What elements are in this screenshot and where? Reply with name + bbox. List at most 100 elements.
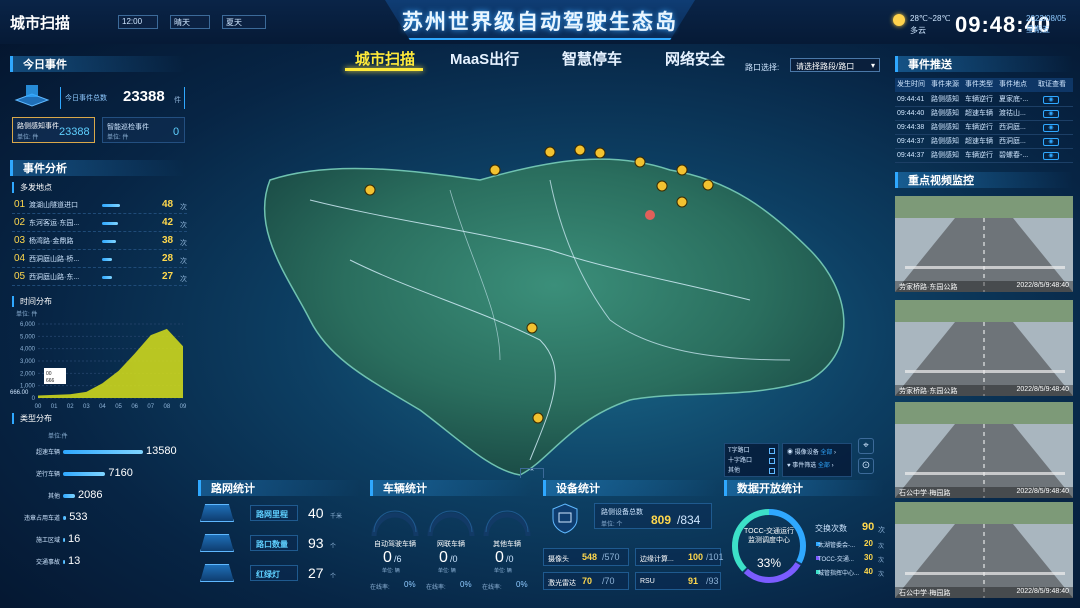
device-card[interactable]: 摄像头 548/570 [543,548,629,566]
checkbox-icon[interactable] [769,448,775,454]
season-select[interactable]: 夏天 [222,15,266,29]
y-tick-label: 3,000 [20,359,36,365]
y-tick-label: 6,000 [20,322,36,328]
checkbox-icon[interactable] [769,468,775,474]
camera-frame [895,196,1073,292]
type-row[interactable]: 交通事故 13 [0,552,195,574]
chevron-down-icon: ▾ [870,61,875,70]
event-col-header: 发生时间 [897,81,925,88]
hotspot-row[interactable]: 03 杨湾路·金鼎路 38 次 [12,232,187,250]
hotspot-row[interactable]: 02 东河客运·东园... 42 次 [12,214,187,232]
road-stat-row: 路网里程 40 千米 [198,500,360,530]
event-row[interactable]: 09:44:38 路侧感知 车辆逆行 西洞庭... ◉ [895,121,1073,135]
patrol-card[interactable]: 智能巡检事件 单位: 件 0 [102,117,185,143]
type-name: 逆行车辆 [35,472,60,478]
road-stats-header: 路网统计 [198,480,360,496]
type-row[interactable]: 超速车辆 13580 [0,442,195,464]
type-row[interactable]: 逆行车辆 7160 [0,464,195,486]
camera-name: 劳家桥路·东园公路 [899,388,958,395]
today-events-header: 今日事件 [10,56,185,72]
camera-toggle[interactable]: ◉ 摄像设备 全部 › [787,447,847,460]
checkbox-icon[interactable] [769,458,775,464]
weather-select[interactable]: 晴天 [170,15,210,29]
collapse-handle[interactable]: ⌃ [520,468,544,478]
type-bar [63,494,75,498]
device-card[interactable]: 激光雷达 70/70 [543,572,629,590]
event-row[interactable]: 09:44:37 路侧感知 车辆逆行 碧螺春-... ◉ [895,149,1073,163]
open-stats-list: 太湖管委会-... 20 次 TOCC-交通... 30 次城管指挥中心... 40 次 [814,538,889,580]
patrol-value: 0 [173,126,180,138]
camera-feed[interactable]: 劳家桥路·东园公路 2022/8/5/9:48:40 [895,300,1073,396]
view-evidence-icon[interactable]: ◉ [1043,152,1059,160]
event-place: 渡祜山... [999,110,1026,117]
view-evidence-icon[interactable]: ◉ [1043,110,1059,118]
perception-card[interactable]: 路侧感知事件 单位: 件 23388 [12,117,95,143]
filter-icon: ♥ [787,463,791,469]
time-select[interactable]: 12:00 [118,15,158,29]
view-evidence-icon[interactable]: ◉ [1043,96,1059,104]
device-card[interactable]: 边缘计算... 100/101 [635,548,724,566]
gauge-rate: 0% [516,580,528,589]
road-stat-label: 红绿灯 [256,570,280,579]
camera-label: 摄像设备 [794,450,819,456]
crossing-select[interactable]: 请选择路段/路口 ▾ [790,58,880,72]
perception-label: 路侧感知事件 [17,123,59,130]
open-stat-value: 40 [864,567,873,576]
gauge-value: 0 [439,549,448,566]
event-push-header: 事件推送 [895,56,1073,72]
hotspot-rank: 02 [14,217,26,228]
event-filter-toggle[interactable]: ♥ 事件筛选 全部 › [787,460,847,473]
tab-parking[interactable]: 智慧停车 [562,48,622,69]
device-card[interactable]: RSU 91/93 [635,572,721,590]
legend-item[interactable]: 十字路口 [728,456,775,466]
hotspot-rank: 03 [14,235,26,246]
camera-feed[interactable]: 石公中学·梅园路 2022/8/5/9:48:40 [895,402,1073,498]
clock-date: 2022/08/05 星期五 [1026,13,1066,35]
view-evidence-icon[interactable]: ◉ [1043,138,1059,146]
camera-frame [895,402,1073,498]
tab-maas[interactable]: MaaS出行 [450,48,519,69]
y-tick-label: 4,000 [20,347,36,353]
hotspot-row[interactable]: 01 渡湖山隧道进口 48 次 [12,196,187,214]
event-source: 路侧感知 [931,110,959,117]
open-stat-unit: 次 [878,572,885,578]
hotspot-unit: 次 [180,222,187,229]
area-series[interactable] [38,328,183,398]
road-stat-label: 路口数量 [256,540,288,549]
gauge-total: /6 [394,554,402,564]
y-tick-label: 1,000 [20,384,36,390]
camera-feed[interactable]: 劳家桥路·东园公路 2022/8/5/9:48:40 [895,196,1073,292]
view-evidence-icon[interactable]: ◉ [1043,124,1059,132]
camera-feed[interactable]: 石公中学·梅园路 2022/8/5/9:48:40 [895,502,1073,598]
event-place: 西洞庭... [999,138,1026,145]
tab-city-scan[interactable]: 城市扫描 [355,48,415,69]
gauge-arc [483,510,531,537]
type-row[interactable]: 违章占用车道 533 [0,508,195,530]
gauge-arc [371,510,419,537]
reset-icon[interactable]: ⊙ [858,458,874,474]
device-max: /570 [602,552,620,562]
time-dist-unit: 单位: 件 [16,312,38,318]
event-row[interactable]: 09:44:41 路侧感知 车辆逆行 夏家底-... ◉ [895,93,1073,107]
gauge-rate: 0% [460,580,472,589]
device-value: 91 [688,576,699,586]
legend-item[interactable]: 其他 [728,466,775,476]
type-row[interactable]: 施工区域 16 [0,530,195,552]
hotspot-row[interactable]: 04 西洞庭山路·桥... 28 次 [12,250,187,268]
tab-network-security[interactable]: 网络安全 [665,48,725,69]
type-name: 其他 [47,494,60,500]
locate-icon[interactable]: ⌖ [858,438,874,454]
camera-time: 2022/8/5/9:48:40 [1016,588,1069,595]
type-name: 施工区域 [35,538,60,544]
legend-item[interactable]: T字路口 [728,446,775,456]
hotspot-row[interactable]: 05 西洞庭山路·东... 27 次 [12,268,187,286]
time-dist-chart[interactable]: 6,0005,0004,0003,0002,0001,000000 01 02 03 0… [8,318,188,413]
open-stat-name: 太湖管委会-... [818,543,855,549]
type-row[interactable]: 其他 2086 [0,486,195,508]
event-row[interactable]: 09:44:37 路侧感知 超速车辆 西洞庭... ◉ [895,135,1073,149]
island-map[interactable] [250,140,870,480]
event-row[interactable]: 09:44:40 路侧感知 超速车辆 渡祜山... ◉ [895,107,1073,121]
legend-label: 十字路口 [728,458,753,464]
event-type: 车辆逆行 [965,124,993,131]
total-events-unit: 件 [174,97,181,104]
